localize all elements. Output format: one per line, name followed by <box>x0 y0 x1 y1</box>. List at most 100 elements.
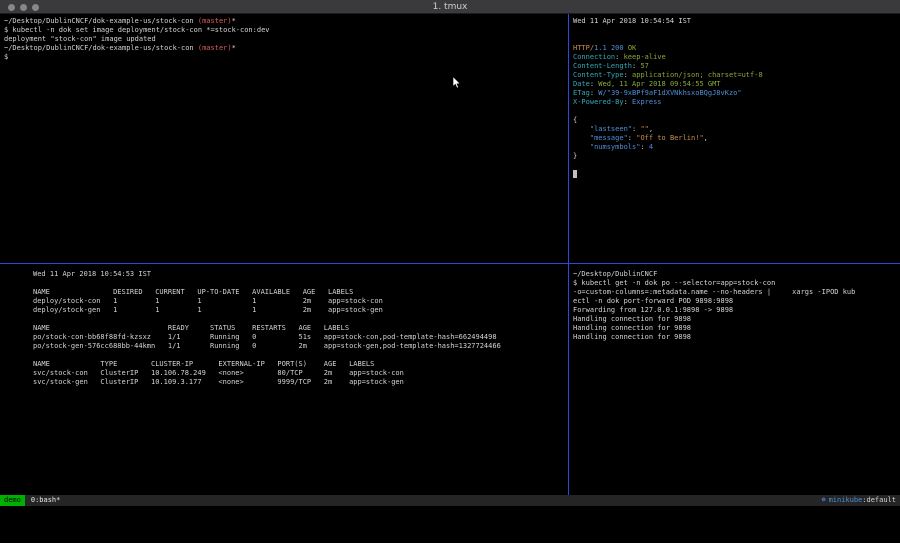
pane-divider-vertical-top[interactable] <box>568 14 569 263</box>
terminal-line: Wed 11 Apr 2018 10:54:53 IST <box>33 270 568 279</box>
terminal-line: { <box>573 116 900 125</box>
text-segment: 1.1 <box>594 44 607 52</box>
terminal-line: "lastseen": "", <box>573 125 900 134</box>
terminal-line: -o=custom-columns=:metadata.name --no-he… <box>573 288 900 297</box>
terminal-line: Handling connection for 9898 <box>573 333 900 342</box>
title-bar: 1. tmux <box>0 0 900 14</box>
terminal-window: 1. tmux ~/Desktop/DublinCNCF/dok-example… <box>0 0 900 543</box>
terminal-line: deployment "stock-con" image updated <box>4 35 568 44</box>
tmux-terminal: ~/Desktop/DublinCNCF/dok-example-us/stoc… <box>0 14 900 495</box>
kubernetes-icon: ☸ <box>821 495 825 506</box>
text-segment: Content-Length <box>573 62 632 70</box>
tmux-pane-top-right[interactable]: Wed 11 Apr 2018 10:54:54 IST HTTP/1.1 20… <box>569 14 900 263</box>
text-segment: Express <box>632 98 662 106</box>
terminal-line <box>573 170 900 179</box>
terminal-line: deploy/stock-gen 1 1 1 1 2m app=stock-ge… <box>33 306 568 315</box>
terminal-line: Wed 11 Apr 2018 10:54:54 IST <box>573 17 900 26</box>
text-segment: 200 <box>611 44 624 52</box>
terminal-line: NAME TYPE CLUSTER-IP EXTERNAL-IP PORT(S)… <box>33 360 568 369</box>
page-margin <box>0 543 900 555</box>
window-title: 1. tmux <box>433 2 468 12</box>
terminal-line <box>33 351 568 360</box>
text-segment: : <box>640 143 648 151</box>
terminal-line: svc/stock-gen ClusterIP 10.109.3.177 <no… <box>33 378 568 387</box>
terminal-line: $ <box>4 53 568 62</box>
terminal-line: NAME READY STATUS RESTARTS AGE LABELS <box>33 324 568 333</box>
text-segment: 4 <box>649 143 653 151</box>
session-name-badge: demo <box>0 495 25 506</box>
text-segment: $ kubectl -n dok set image deployment/st… <box>4 26 270 34</box>
text-segment: deployment "stock-con" image updated <box>4 35 156 43</box>
text-segment <box>573 170 577 178</box>
text-segment: ~/Desktop/DublinCNCF/dok-example-us/stoc… <box>4 17 198 25</box>
terminal-line: ectl -n dok port-forward POD 9898:9898 <box>573 297 900 306</box>
text-segment: "" <box>640 125 648 133</box>
pane-divider-vertical-bottom[interactable] <box>568 264 569 495</box>
terminal-line: svc/stock-con ClusterIP 10.106.78.249 <n… <box>33 369 568 378</box>
terminal-line: Forwarding from 127.0.0.1:9898 -> 9898 <box>573 306 900 315</box>
mouse-cursor-icon <box>452 76 461 92</box>
text-segment: : <box>615 53 623 61</box>
terminal-line <box>573 107 900 116</box>
text-segment: Wed, 11 Apr 2018 09:54:55 GMT <box>598 80 720 88</box>
text-segment: : <box>624 71 632 79</box>
text-segment: (master) <box>198 44 232 52</box>
terminal-line: Handling connection for 9898 <box>573 324 900 333</box>
zoom-button[interactable] <box>32 4 39 11</box>
terminal-line <box>573 26 900 35</box>
text-segment: OK <box>628 44 636 52</box>
text-segment: keep-alive <box>624 53 666 61</box>
terminal-line: Handling connection for 9898 <box>573 315 900 324</box>
text-segment: Content-Type <box>573 71 624 79</box>
terminal-line: ETag: W/"39-9xBPf9aF1dXVNkhsxoBQgJ8vKzo" <box>573 89 900 98</box>
kube-namespace: :default <box>862 495 896 506</box>
terminal-line: X-Powered-By: Express <box>573 98 900 107</box>
terminal-line <box>573 161 900 170</box>
terminal-line: $ kubectl -n dok set image deployment/st… <box>4 26 568 35</box>
pane-divider-horizontal[interactable] <box>0 263 900 264</box>
traffic-lights <box>8 4 39 11</box>
text-segment: * <box>232 17 236 25</box>
text-segment: Connection <box>573 53 615 61</box>
text-segment: : <box>628 134 636 142</box>
tmux-pane-bottom-right[interactable]: ~/Desktop/DublinCNCF$ kubectl get -n dok… <box>569 264 900 495</box>
text-segment: , <box>649 125 653 133</box>
text-segment: Date <box>573 80 590 88</box>
text-segment: W/"39-9xBPf9aF1dXVNkhsxoBQgJ8vKzo" <box>598 89 741 97</box>
text-segment: "numsymbols" <box>573 143 640 151</box>
text-segment: ~/Desktop/DublinCNCF/dok-example-us/stoc… <box>4 44 198 52</box>
terminal-line: HTTP/1.1 200 OK <box>573 44 900 53</box>
terminal-line: ~/Desktop/DublinCNCF/dok-example-us/stoc… <box>4 17 568 26</box>
terminal-line: Content-Type: application/json; charset=… <box>573 71 900 80</box>
terminal-line: Content-Length: 57 <box>573 62 900 71</box>
terminal-line: NAME DESIRED CURRENT UP-TO-DATE AVAILABL… <box>33 288 568 297</box>
terminal-line: deploy/stock-con 1 1 1 1 2m app=stock-co… <box>33 297 568 306</box>
kube-status: ☸ minikube :default <box>821 495 896 506</box>
close-button[interactable] <box>8 4 15 11</box>
text-segment: ETag <box>573 89 590 97</box>
terminal-line <box>33 315 568 324</box>
text-segment: "lastseen" <box>573 125 632 133</box>
terminal-line: po/stock-con-bb68f88fd-kzsxz 1/1 Running… <box>33 333 568 342</box>
text-segment: (master) <box>198 17 232 25</box>
terminal-line: "numsymbols": 4 <box>573 143 900 152</box>
text-segment: $ <box>4 53 8 61</box>
terminal-line: Date: Wed, 11 Apr 2018 09:54:55 GMT <box>573 80 900 89</box>
tmux-pane-top-left[interactable]: ~/Desktop/DublinCNCF/dok-example-us/stoc… <box>0 14 568 263</box>
text-segment: HTTP/ <box>573 44 594 52</box>
tmux-pane-bottom-left[interactable]: Wed 11 Apr 2018 10:54:53 IST NAME DESIRE… <box>0 264 568 495</box>
kube-context: minikube <box>829 495 863 506</box>
text-segment: : <box>624 98 632 106</box>
window-tab-0-bash[interactable]: 0:bash* <box>31 495 61 506</box>
text-segment: "message" <box>573 134 628 142</box>
text-segment: , <box>704 134 708 142</box>
text-segment: "Off to Berlin!" <box>636 134 703 142</box>
terminal-line: Connection: keep-alive <box>573 53 900 62</box>
text-segment: * <box>232 44 236 52</box>
minimize-button[interactable] <box>20 4 27 11</box>
text-segment: 57 <box>640 62 648 70</box>
terminal-line: $ kubectl get -n dok po --selector=app=s… <box>573 279 900 288</box>
terminal-line: ~/Desktop/DublinCNCF <box>573 270 900 279</box>
terminal-line: po/stock-gen-576cc688bb-44kmn 1/1 Runnin… <box>33 342 568 351</box>
terminal-line <box>573 35 900 44</box>
